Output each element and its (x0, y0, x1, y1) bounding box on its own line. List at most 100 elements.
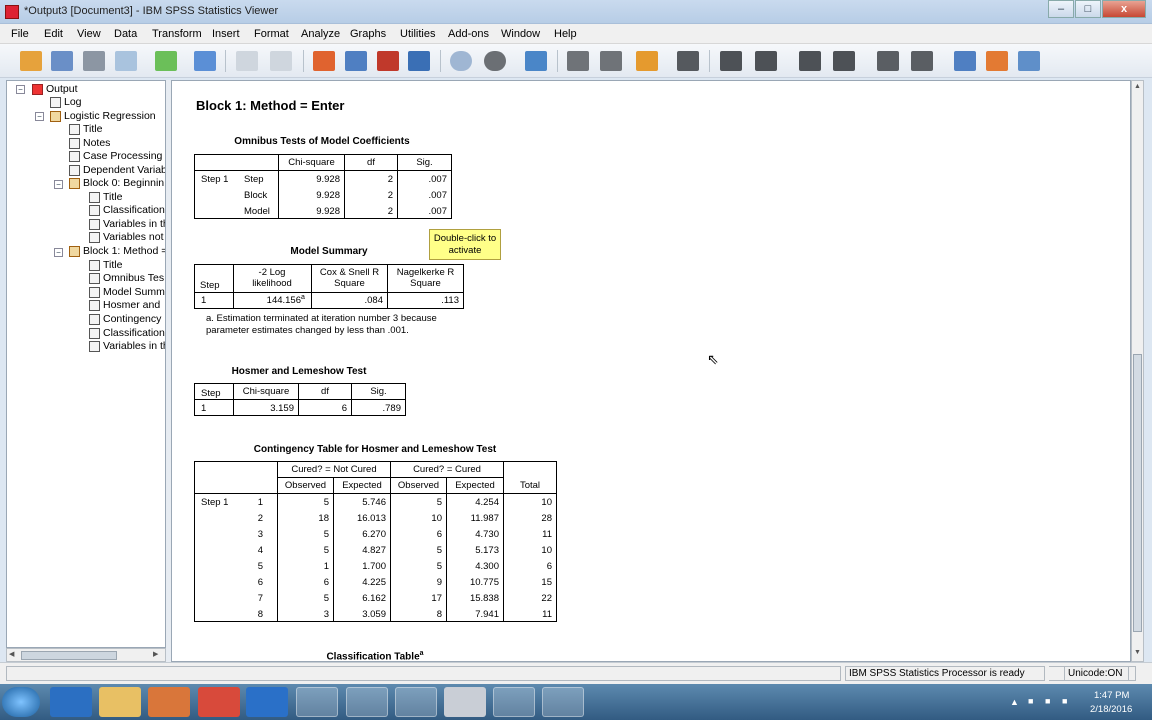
menu-insert[interactable]: Insert (212, 28, 240, 40)
tree-node-title[interactable]: Title (69, 123, 102, 136)
menu-help[interactable]: Help (554, 28, 577, 40)
tree-node-case-processing[interactable]: Case Processing (69, 150, 162, 163)
collapse-minus-icon[interactable] (833, 51, 855, 71)
scroll-up-icon[interactable]: ▲ (1134, 83, 1141, 90)
tree-node-variables-not[interactable]: Variables not (89, 231, 164, 244)
run-script-icon[interactable] (1018, 51, 1040, 71)
spss-app-icon[interactable] (5, 5, 19, 19)
volume-icon[interactable]: ■ (1045, 696, 1050, 706)
outline-horizontal-scrollbar[interactable]: ◀ ▶ (6, 648, 166, 662)
use-sets-icon[interactable] (450, 51, 472, 71)
designate-window-icon[interactable] (677, 51, 699, 71)
media-player-icon[interactable] (148, 687, 190, 717)
hide-icon[interactable] (911, 51, 933, 71)
create-edit-autoscript-icon[interactable] (986, 51, 1008, 71)
row-group-label: 8 (257, 609, 263, 620)
chrome-icon[interactable] (198, 687, 240, 717)
show-all-variables-icon[interactable] (484, 51, 506, 71)
menu-transform[interactable]: Transform (152, 28, 202, 40)
file-explorer-icon[interactable] (99, 687, 141, 717)
menu-view[interactable]: View (77, 28, 101, 40)
camtasia-recorder-icon[interactable] (542, 687, 584, 717)
undo-icon[interactable] (236, 51, 258, 71)
outlook-icon[interactable] (246, 687, 288, 717)
show-hidden-icons-icon[interactable]: ▲ (1010, 697, 1019, 707)
camtasia-icon[interactable] (493, 687, 535, 717)
goto-case-icon[interactable] (345, 51, 367, 71)
scroll-right-icon[interactable]: ▶ (153, 650, 158, 658)
internet-explorer-icon[interactable] (50, 687, 92, 717)
demote-arrow-right-icon[interactable] (755, 51, 777, 71)
promote-arrow-left-icon[interactable] (720, 51, 742, 71)
tree-node-model-summary[interactable]: Model Summ (89, 286, 165, 299)
menu-format[interactable]: Format (254, 28, 289, 40)
variables-icon[interactable] (408, 51, 430, 71)
menu-graphs[interactable]: Graphs (350, 28, 386, 40)
scroll-down-icon[interactable]: ▼ (1134, 649, 1141, 656)
redo-icon[interactable] (270, 51, 292, 71)
menu-file[interactable]: File (11, 28, 29, 40)
output-vertical-scrollbar[interactable]: ▲ ▼ (1131, 80, 1144, 662)
print-icon[interactable] (83, 51, 105, 71)
print-preview-icon[interactable] (115, 51, 137, 71)
insert-text-icon[interactable] (636, 51, 658, 71)
scroll-left-icon[interactable]: ◀ (9, 650, 14, 658)
tree-node-log[interactable]: Log (50, 96, 82, 109)
tree-node-classification[interactable]: Classification (89, 204, 165, 217)
scroll-thumb[interactable] (1133, 354, 1142, 632)
select-last-output-icon[interactable] (954, 51, 976, 71)
maximize-button[interactable]: □ (1075, 0, 1101, 18)
tree-node-title[interactable]: Title (89, 191, 122, 204)
power-icon[interactable]: ■ (1062, 696, 1067, 706)
tree-node-title[interactable]: Title (89, 259, 122, 272)
tree-node-variables-in[interactable]: Variables in th (89, 218, 165, 231)
omnibus-table[interactable]: Chi-square df Sig. Step 1 Step 9.928 2 .… (194, 154, 452, 219)
tree-node-dependent-variable[interactable]: Dependent Variab (69, 164, 165, 177)
tree-node-logistic-regression[interactable]: Logistic Regression (50, 110, 156, 123)
menu-analyze[interactable]: Analyze (301, 28, 340, 40)
menu-add-ons[interactable]: Add-ons (448, 28, 489, 40)
goto-data-icon[interactable] (313, 51, 335, 71)
menu-utilities[interactable]: Utilities (400, 28, 435, 40)
model-summary-table[interactable]: Step -2 Log likelihood Cox & Snell R Squ… (194, 264, 464, 309)
tree-node-notes[interactable]: Notes (69, 137, 110, 150)
tree-node-variables-in-2[interactable]: Variables in th (89, 340, 165, 353)
output-pane[interactable]: Block 1: Method = Enter Omnibus Tests of… (171, 80, 1131, 662)
scroll-thumb[interactable] (21, 651, 117, 660)
app-taskbar-icon[interactable] (296, 687, 338, 717)
spss-taskbar-icon[interactable] (395, 687, 437, 717)
tree-node-block-1[interactable]: Block 1: Method = (69, 245, 165, 258)
insert-heading-icon[interactable] (600, 51, 622, 71)
menu-edit[interactable]: Edit (44, 28, 63, 40)
show-icon[interactable] (877, 51, 899, 71)
expand-plus-icon[interactable] (799, 51, 821, 71)
save-icon[interactable] (51, 51, 73, 71)
clock-date[interactable]: 2/18/2016 (1090, 704, 1132, 715)
hosmer-table[interactable]: Step Chi-square df Sig. 1 3.159 6 .789 (194, 383, 406, 416)
notepad-icon[interactable] (444, 687, 486, 717)
tree-node-contingency[interactable]: Contingency (89, 313, 161, 326)
minimize-button[interactable]: – (1048, 0, 1074, 18)
open-icon[interactable] (20, 51, 42, 71)
tree-node-output[interactable]: Output (32, 83, 78, 96)
menu-window[interactable]: Window (501, 28, 540, 40)
menu-bar: File Edit View Data Transform Insert For… (0, 24, 1152, 44)
tree-node-omnibus[interactable]: Omnibus Tes (89, 272, 164, 285)
tree-node-hosmer[interactable]: Hosmer and (89, 299, 160, 312)
tree-node-classification-2[interactable]: Classification (89, 327, 165, 340)
start-button[interactable] (2, 687, 40, 717)
recall-dialog-icon[interactable] (194, 51, 216, 71)
tree-node-block-0[interactable]: Block 0: Beginnin (69, 177, 164, 190)
close-button[interactable]: x (1102, 0, 1146, 18)
insert-output-icon[interactable] (567, 51, 589, 71)
goto-variable-icon[interactable] (377, 51, 399, 71)
contingency-table[interactable]: Cured? = Not Cured Cured? = Cured Observ… (194, 461, 557, 622)
network-icon[interactable]: ■ (1028, 696, 1033, 706)
table-cell: 5 (436, 561, 442, 572)
menu-data[interactable]: Data (114, 28, 137, 40)
export-icon[interactable] (155, 51, 177, 71)
outline-pane[interactable]: − Output Log − Logistic Regression Title… (6, 80, 166, 648)
chrome-icon[interactable] (346, 687, 388, 717)
spelling-icon[interactable] (525, 51, 547, 71)
clock-time[interactable]: 1:47 PM (1094, 690, 1129, 701)
